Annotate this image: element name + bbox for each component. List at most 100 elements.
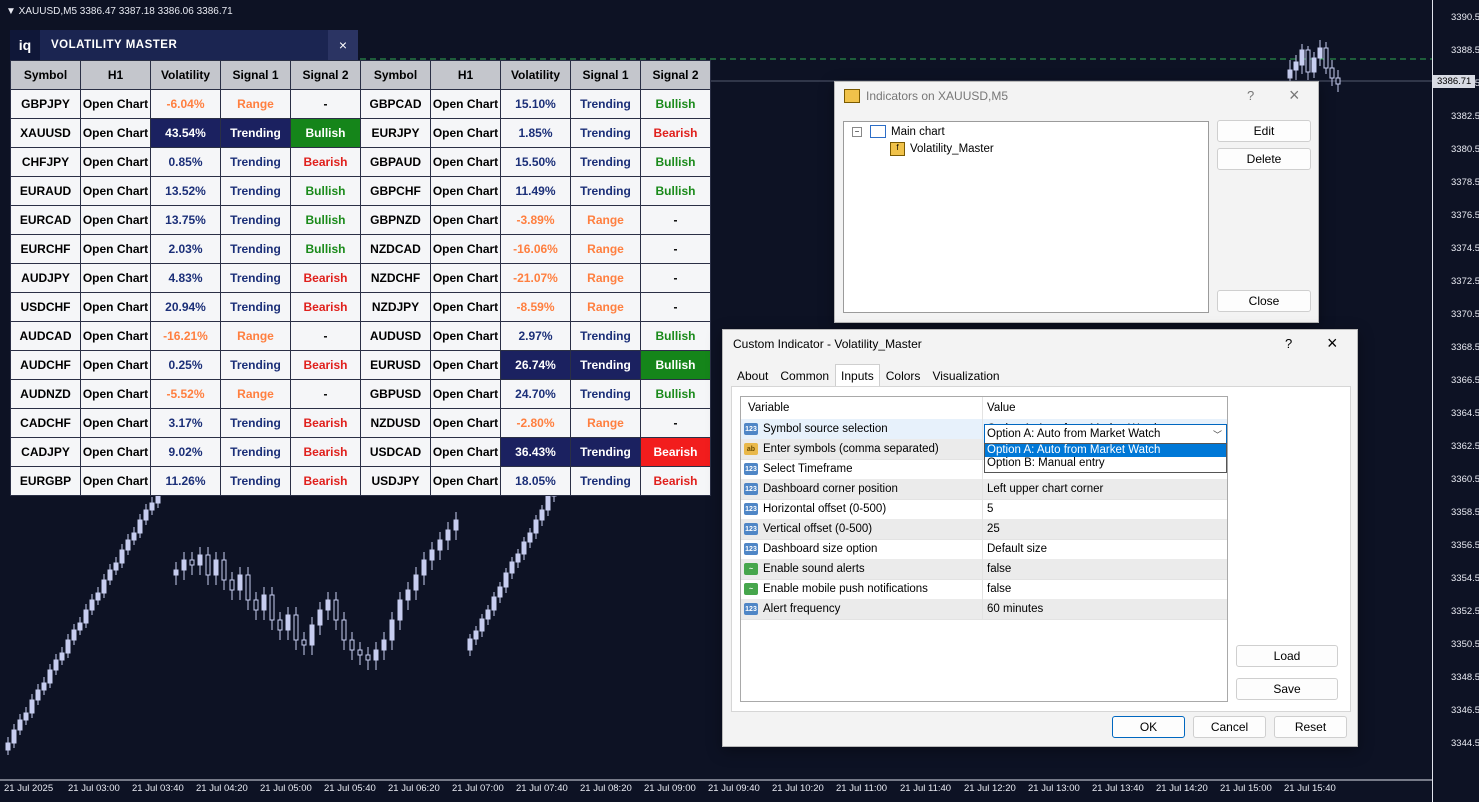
dashboard-titlebar[interactable]: iq VOLATILITY MASTER ×: [10, 30, 358, 60]
chevron-down-icon[interactable]: ﹀: [1213, 428, 1222, 441]
open-chart-button[interactable]: Open Chart: [80, 437, 151, 467]
symbol-cell[interactable]: EURUSD: [360, 350, 431, 380]
symbol-cell[interactable]: GBPNZD: [360, 205, 431, 235]
edit-button[interactable]: Edit: [1217, 120, 1311, 142]
open-chart-button[interactable]: Open Chart: [80, 89, 151, 119]
open-chart-button[interactable]: Open Chart: [430, 437, 501, 467]
dropdown-option-b[interactable]: Option B: Manual entry: [985, 457, 1226, 470]
open-chart-button[interactable]: Open Chart: [430, 234, 501, 264]
symbol-cell[interactable]: XAUUSD: [10, 118, 81, 148]
dropdown-option-a[interactable]: Option A: Auto from Market Watch: [985, 444, 1226, 457]
tab-inputs[interactable]: Inputs: [835, 364, 880, 387]
collapse-icon[interactable]: −: [852, 126, 862, 137]
open-chart-button[interactable]: Open Chart: [430, 89, 501, 119]
open-chart-button[interactable]: Open Chart: [80, 118, 151, 148]
symbol-cell[interactable]: NZDCAD: [360, 234, 431, 264]
param-value[interactable]: 25: [983, 523, 1000, 535]
inputs-grid[interactable]: Variable Value 123 Symbol source selectio…: [740, 396, 1228, 702]
param-row[interactable]: 123 Dashboard size option Default size: [741, 539, 1227, 560]
open-chart-button[interactable]: Open Chart: [430, 263, 501, 293]
param-row[interactable]: 123 Alert frequency 60 minutes: [741, 599, 1227, 620]
cancel-button[interactable]: Cancel: [1193, 716, 1266, 738]
close-button[interactable]: Close: [1217, 290, 1311, 312]
open-chart-button[interactable]: Open Chart: [430, 466, 501, 496]
tab-visualization[interactable]: Visualization: [926, 364, 1005, 387]
param-row[interactable]: 123 Horizontal offset (0-500) 5: [741, 499, 1227, 520]
close-icon[interactable]: ×: [1289, 85, 1300, 106]
tree-item-main-chart[interactable]: − Main chart: [852, 125, 945, 138]
open-chart-button[interactable]: Open Chart: [80, 263, 151, 293]
open-chart-button[interactable]: Open Chart: [430, 379, 501, 409]
delete-button[interactable]: Delete: [1217, 148, 1311, 170]
symbol-cell[interactable]: AUDCHF: [10, 350, 81, 380]
open-chart-button[interactable]: Open Chart: [80, 350, 151, 380]
open-chart-button[interactable]: Open Chart: [80, 466, 151, 496]
symbol-cell[interactable]: CHFJPY: [10, 147, 81, 177]
open-chart-button[interactable]: Open Chart: [80, 408, 151, 438]
open-chart-button[interactable]: Open Chart: [430, 292, 501, 322]
help-icon[interactable]: ?: [1285, 336, 1292, 351]
open-chart-button[interactable]: Open Chart: [80, 234, 151, 264]
tab-colors[interactable]: Colors: [880, 364, 927, 387]
symbol-cell[interactable]: NZDCHF: [360, 263, 431, 293]
symbol-cell[interactable]: AUDUSD: [360, 321, 431, 351]
tab-common[interactable]: Common: [774, 364, 835, 387]
param-row[interactable]: ~ Enable mobile push notifications false: [741, 579, 1227, 600]
symbol-cell[interactable]: CADJPY: [10, 437, 81, 467]
open-chart-button[interactable]: Open Chart: [80, 321, 151, 351]
help-icon[interactable]: ?: [1247, 88, 1254, 103]
symbol-cell[interactable]: CADCHF: [10, 408, 81, 438]
open-chart-button[interactable]: Open Chart: [80, 379, 151, 409]
open-chart-button[interactable]: Open Chart: [80, 205, 151, 235]
symbol-cell[interactable]: NZDJPY: [360, 292, 431, 322]
open-chart-button[interactable]: Open Chart: [430, 350, 501, 380]
param-row[interactable]: 123 Dashboard corner position Left upper c…: [741, 479, 1227, 500]
close-icon[interactable]: ×: [1327, 333, 1338, 354]
symbol-cell[interactable]: USDCAD: [360, 437, 431, 467]
param-value[interactable]: false: [983, 563, 1011, 575]
symbol-cell[interactable]: EURCAD: [10, 205, 81, 235]
symbol-cell[interactable]: AUDJPY: [10, 263, 81, 293]
reset-button[interactable]: Reset: [1274, 716, 1347, 738]
param-row[interactable]: 123 Vertical offset (0-500) 25: [741, 519, 1227, 540]
indicators-tree[interactable]: − Main chart f Volatility_Master: [843, 121, 1209, 313]
symbol-cell[interactable]: AUDNZD: [10, 379, 81, 409]
open-chart-button[interactable]: Open Chart: [430, 408, 501, 438]
tab-about[interactable]: About: [731, 364, 774, 387]
ok-button[interactable]: OK: [1112, 716, 1185, 738]
open-chart-button[interactable]: Open Chart: [430, 205, 501, 235]
open-chart-button[interactable]: Open Chart: [80, 176, 151, 206]
symbol-cell[interactable]: AUDCAD: [10, 321, 81, 351]
param-value[interactable]: Left upper chart corner: [983, 483, 1103, 495]
dropdown-list[interactable]: Option A: Auto from Market Watch Option …: [984, 443, 1227, 473]
symbol-cell[interactable]: USDJPY: [360, 466, 431, 496]
symbol-cell[interactable]: USDCHF: [10, 292, 81, 322]
open-chart-button[interactable]: Open Chart: [430, 118, 501, 148]
dashboard-close-button[interactable]: ×: [328, 30, 358, 60]
indicators-titlebar[interactable]: Indicators on XAUUSD,M5 ? ×: [835, 82, 1318, 110]
symbol-cell[interactable]: EURJPY: [360, 118, 431, 148]
save-button[interactable]: Save: [1236, 678, 1338, 700]
open-chart-button[interactable]: Open Chart: [430, 176, 501, 206]
param-value[interactable]: 60 minutes: [983, 603, 1043, 615]
symbol-cell[interactable]: EURGBP: [10, 466, 81, 496]
tree-item-volatility-master[interactable]: f Volatility_Master: [890, 142, 994, 156]
symbol-cell[interactable]: EURAUD: [10, 176, 81, 206]
open-chart-button[interactable]: Open Chart: [430, 147, 501, 177]
price-scale[interactable]: 3390.553388.553384.553382.553380.553378.…: [1432, 0, 1479, 802]
param-row[interactable]: ~ Enable sound alerts false: [741, 559, 1227, 580]
symbol-cell[interactable]: NZDUSD: [360, 408, 431, 438]
param-value[interactable]: 5: [983, 503, 993, 515]
custom-indicator-titlebar[interactable]: Custom Indicator - Volatility_Master ? ×: [723, 330, 1357, 358]
param-value[interactable]: false: [983, 583, 1011, 595]
param-value[interactable]: Default size: [983, 543, 1047, 555]
symbol-source-select[interactable]: Option A: Auto from Market Watch ﹀: [984, 424, 1227, 444]
open-chart-button[interactable]: Open Chart: [80, 292, 151, 322]
symbol-cell[interactable]: GBPCAD: [360, 89, 431, 119]
symbol-cell[interactable]: EURCHF: [10, 234, 81, 264]
symbol-cell[interactable]: GBPCHF: [360, 176, 431, 206]
symbol-cell[interactable]: GBPUSD: [360, 379, 431, 409]
symbol-cell[interactable]: GBPJPY: [10, 89, 81, 119]
open-chart-button[interactable]: Open Chart: [430, 321, 501, 351]
symbol-cell[interactable]: GBPAUD: [360, 147, 431, 177]
